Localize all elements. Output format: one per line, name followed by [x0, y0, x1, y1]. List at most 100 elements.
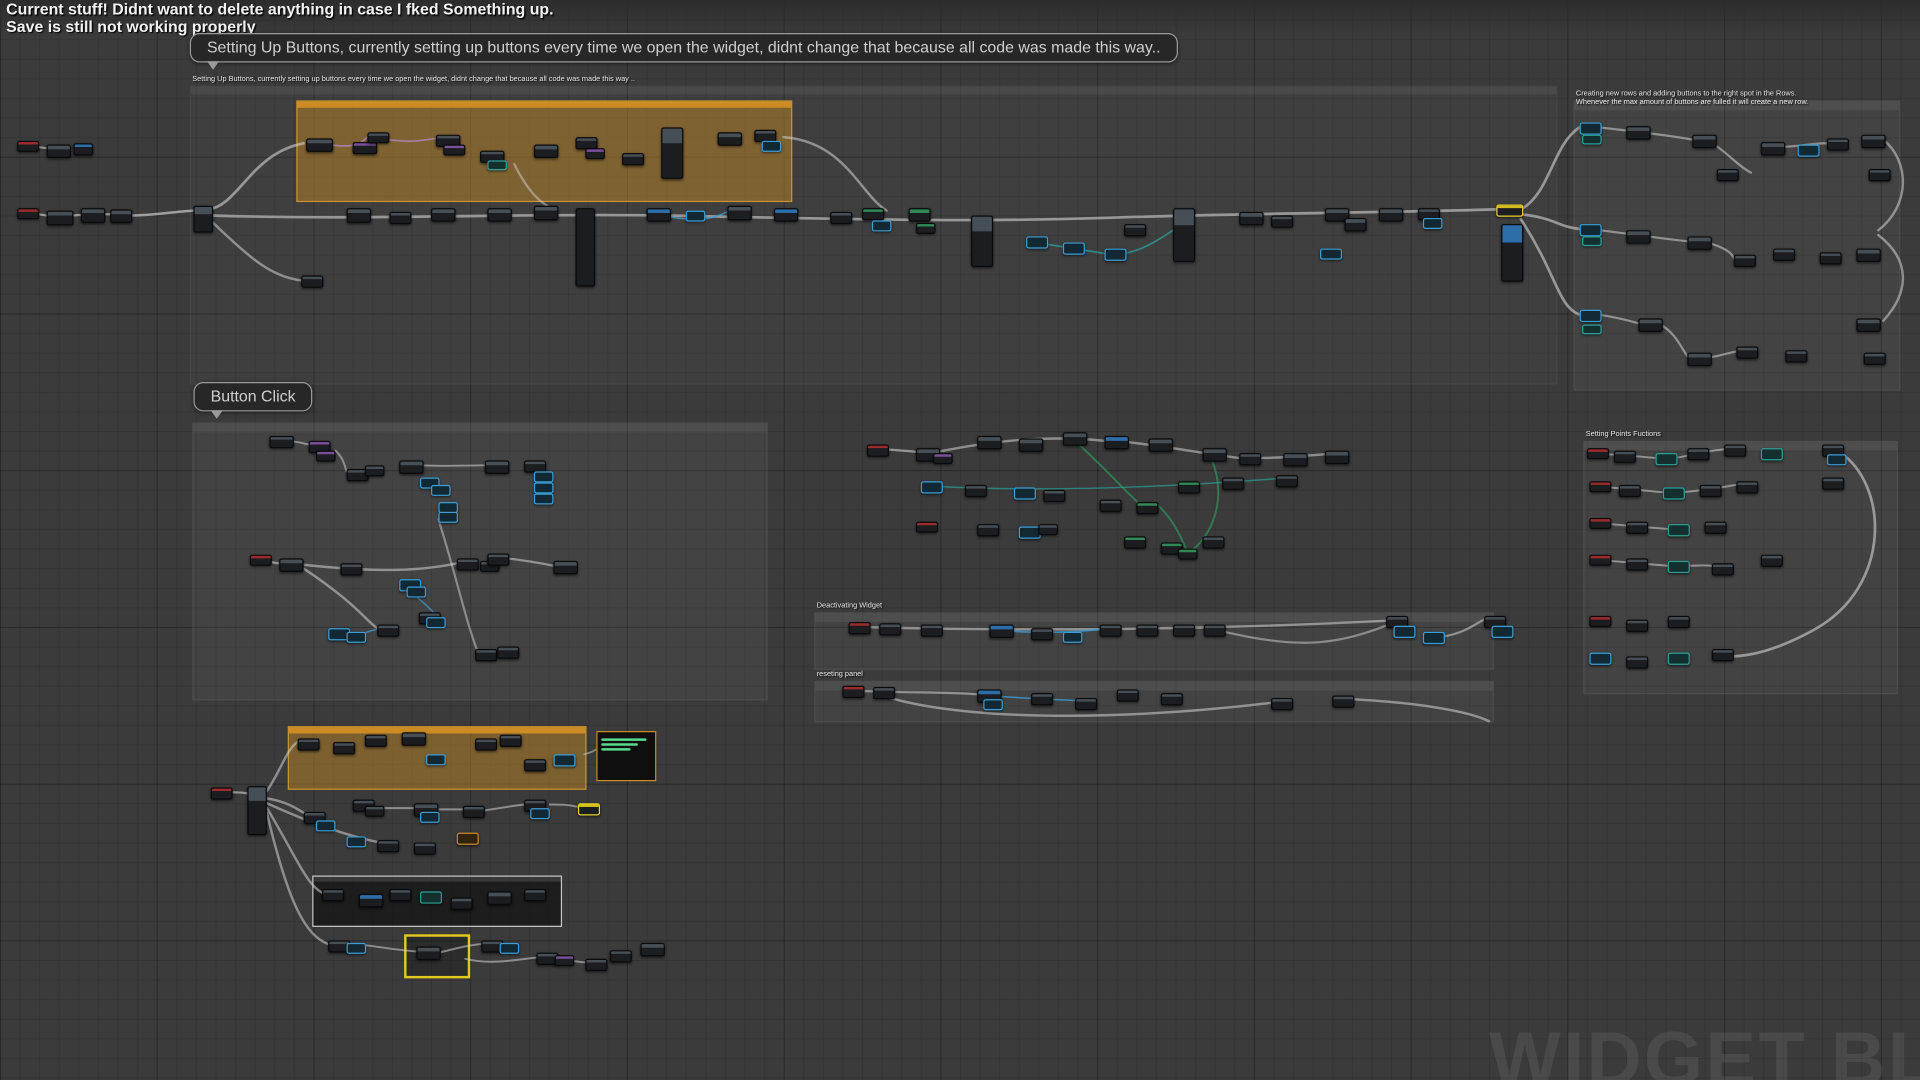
graph-node[interactable]: [416, 947, 440, 960]
graph-node[interactable]: [971, 216, 993, 267]
graph-node[interactable]: [1587, 448, 1609, 459]
graph-node[interactable]: [1626, 656, 1648, 668]
graph-node[interactable]: [1117, 689, 1139, 701]
graph-node[interactable]: [485, 460, 509, 473]
graph-node[interactable]: [983, 699, 1003, 710]
graph-node[interactable]: [1580, 122, 1602, 134]
graph-node[interactable]: [1734, 255, 1756, 267]
graph-node[interactable]: [1687, 353, 1711, 366]
graph-node[interactable]: [1104, 249, 1126, 261]
graph-node[interactable]: [1761, 142, 1785, 155]
graph-node[interactable]: [1589, 481, 1611, 492]
graph-node[interactable]: [211, 787, 233, 799]
graph-node[interactable]: [534, 493, 554, 504]
graph-node[interactable]: [487, 553, 509, 565]
graph-node[interactable]: [1202, 448, 1226, 461]
graph-node[interactable]: [1589, 653, 1611, 665]
graph-node[interactable]: [1626, 558, 1648, 570]
graph-node[interactable]: [347, 943, 367, 954]
graph-node[interactable]: [1687, 236, 1711, 249]
comment-box[interactable]: reseting panel: [814, 681, 1494, 723]
graph-node[interactable]: [916, 522, 938, 533]
graph-node[interactable]: [1580, 310, 1602, 322]
graph-node[interactable]: [17, 208, 39, 219]
graph-node[interactable]: [316, 451, 336, 462]
graph-node[interactable]: [977, 436, 1001, 449]
graph-node[interactable]: [1026, 236, 1048, 248]
graph-node[interactable]: [1063, 242, 1085, 254]
graph-node[interactable]: [475, 738, 497, 750]
graph-node[interactable]: [443, 144, 465, 155]
graph-node[interactable]: [407, 587, 427, 598]
graph-node[interactable]: [1589, 555, 1611, 566]
small-note-box[interactable]: [596, 731, 656, 781]
graph-node[interactable]: [1100, 500, 1122, 512]
graph-node[interactable]: [431, 485, 451, 496]
graph-node[interactable]: [1100, 624, 1122, 636]
graph-node[interactable]: [1031, 628, 1053, 640]
graph-node[interactable]: [73, 143, 93, 155]
graph-node[interactable]: [862, 208, 884, 220]
graph-node[interactable]: [1276, 475, 1298, 487]
graph-node[interactable]: [762, 141, 782, 152]
graph-node[interactable]: [1320, 249, 1342, 260]
graph-node[interactable]: [534, 206, 558, 221]
graph-node[interactable]: [1773, 249, 1795, 261]
graph-node[interactable]: [830, 212, 852, 224]
graph-node[interactable]: [1856, 318, 1880, 331]
graph-node[interactable]: [347, 632, 367, 643]
graph-node[interactable]: [553, 754, 575, 766]
graph-node[interactable]: [377, 624, 399, 636]
graph-node[interactable]: [47, 211, 74, 226]
graph-node[interactable]: [1344, 218, 1366, 231]
graph-node[interactable]: [534, 144, 558, 157]
graph-node[interactable]: [530, 808, 550, 819]
graph-node[interactable]: [1204, 624, 1226, 636]
graph-node[interactable]: [340, 563, 362, 575]
graph-node[interactable]: [1202, 536, 1224, 548]
graph-node[interactable]: [1124, 224, 1146, 236]
graph-node[interactable]: [1325, 451, 1349, 464]
graph-node[interactable]: [1668, 653, 1690, 665]
graph-node[interactable]: [333, 742, 355, 754]
graph-node[interactable]: [1582, 135, 1602, 145]
graph-node[interactable]: [585, 148, 605, 159]
graph-node[interactable]: [1861, 135, 1885, 148]
graph-node[interactable]: [347, 208, 371, 223]
graph-node[interactable]: [640, 943, 664, 956]
graph-node[interactable]: [1668, 524, 1690, 536]
graph-node[interactable]: [718, 132, 742, 145]
graph-node[interactable]: [1501, 224, 1523, 282]
graph-node[interactable]: [457, 558, 479, 570]
graph-node[interactable]: [1161, 693, 1183, 705]
graph-node[interactable]: [1704, 522, 1726, 534]
graph-node[interactable]: [1712, 563, 1734, 575]
graph-node[interactable]: [451, 898, 473, 910]
graph-node[interactable]: [1271, 698, 1293, 710]
graph-node[interactable]: [1239, 453, 1261, 465]
graph-node[interactable]: [497, 647, 519, 659]
graph-node[interactable]: [1379, 208, 1403, 221]
graph-node[interactable]: [1075, 698, 1097, 710]
graph-node[interactable]: [921, 624, 943, 636]
graph-node[interactable]: [1798, 144, 1820, 156]
graph-node[interactable]: [1496, 204, 1523, 216]
graph-node[interactable]: [457, 833, 479, 845]
graph-node[interactable]: [661, 127, 683, 178]
graph-node[interactable]: [909, 208, 931, 221]
graph-node[interactable]: [610, 950, 632, 962]
graph-node[interactable]: [1668, 561, 1690, 573]
graph-node[interactable]: [1124, 536, 1146, 548]
graph-node[interactable]: [1822, 478, 1844, 490]
graph-node[interactable]: [306, 138, 333, 151]
graph-node[interactable]: [1687, 448, 1709, 460]
graph-node[interactable]: [1626, 522, 1648, 534]
graph-node[interactable]: [1668, 616, 1690, 628]
graph-node[interactable]: [585, 959, 607, 971]
graph-node[interactable]: [426, 617, 446, 628]
graph-node[interactable]: [1582, 236, 1602, 246]
graph-node[interactable]: [1043, 490, 1065, 502]
graph-node[interactable]: [647, 208, 671, 221]
graph-node[interactable]: [989, 624, 1013, 637]
graph-node[interactable]: [1785, 350, 1807, 362]
